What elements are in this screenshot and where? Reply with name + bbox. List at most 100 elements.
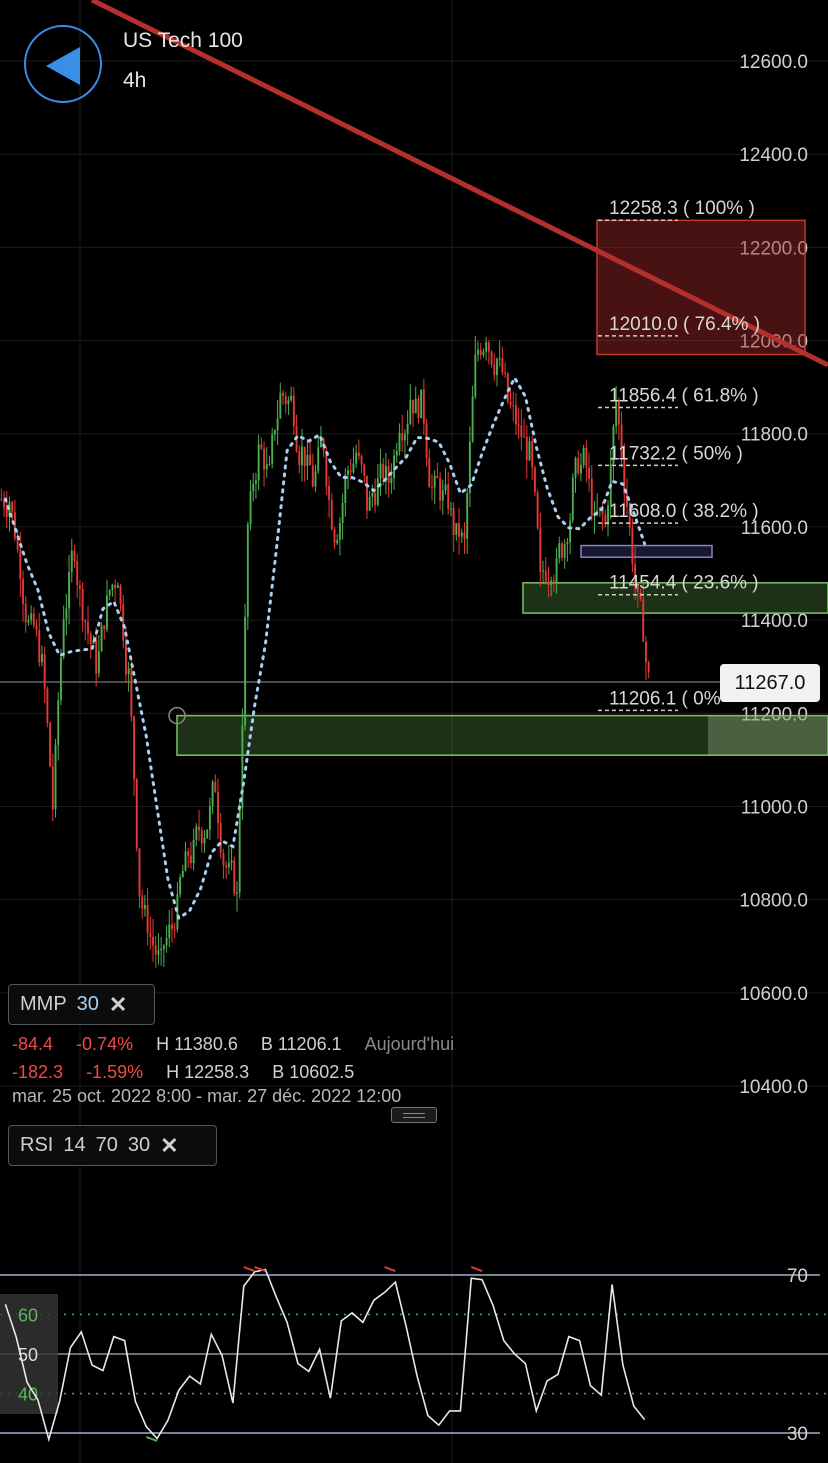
candle-body	[68, 572, 71, 609]
candle-body	[384, 465, 387, 479]
range-change: -182.3	[12, 1062, 64, 1082]
candle-body	[106, 595, 108, 630]
close-mmp-icon[interactable]: ✕	[109, 992, 127, 1018]
candle-body	[59, 657, 62, 701]
candle-body	[398, 433, 401, 452]
candle-body	[588, 467, 591, 479]
candle-body	[509, 401, 512, 406]
candle-body	[574, 458, 577, 478]
candle-body	[227, 862, 230, 868]
candle-body	[471, 396, 474, 442]
candle-body	[355, 452, 358, 464]
candle-body	[225, 865, 228, 868]
candle-body	[298, 451, 301, 466]
candle-body	[368, 496, 371, 511]
candle-body	[366, 475, 368, 511]
candle-body	[455, 523, 458, 536]
candle-body	[577, 458, 580, 474]
candle-body	[222, 853, 225, 866]
rsi-lower: 30	[127, 1134, 151, 1156]
candle-body	[376, 478, 379, 505]
rsi-indicator-legend[interactable]: RSI 14 70 30 ✕	[8, 1125, 217, 1166]
mmp-indicator-legend[interactable]: MMP 30 ✕	[8, 984, 155, 1025]
candle-body	[43, 654, 46, 689]
candle-body	[547, 581, 550, 585]
candle-body	[523, 436, 526, 438]
candle-body	[214, 781, 217, 793]
rsi-left-label: 60	[18, 1306, 38, 1326]
candle-body	[157, 950, 160, 955]
candle-body	[87, 622, 89, 634]
back-button[interactable]	[24, 25, 102, 103]
candle-body	[78, 585, 81, 590]
candle-body	[496, 358, 498, 376]
candle-body	[579, 464, 582, 474]
candle-body	[501, 358, 504, 373]
candle-body	[485, 342, 488, 352]
fib-level-label: 11454.4 ( 23.6% )	[609, 573, 759, 594]
candle-body	[141, 896, 144, 909]
candle-body	[249, 491, 252, 525]
candle-body	[97, 651, 100, 674]
price-axis-label: 12600.0	[739, 52, 808, 73]
candle-body	[590, 478, 593, 516]
candle-body	[49, 723, 52, 767]
candle-body	[444, 484, 447, 491]
candle-body	[463, 532, 466, 539]
candle-body	[200, 830, 203, 844]
price-chart[interactable]: 12600.012400.012200.012000.011800.011600…	[0, 0, 828, 1463]
candle-body	[428, 457, 431, 488]
candle-body	[452, 508, 455, 536]
candle-body	[431, 487, 433, 489]
fib-level-label: 11206.1 ( 0%	[609, 688, 721, 709]
candle-body	[357, 452, 360, 457]
pane-resize-handle[interactable]	[391, 1107, 437, 1123]
candle-body	[116, 585, 119, 589]
candle-body	[24, 603, 27, 623]
candle-body	[371, 493, 374, 497]
candle-body	[284, 396, 287, 404]
candle-body	[233, 860, 236, 894]
candle-body	[479, 349, 482, 355]
candle-body	[566, 542, 569, 545]
candle-body	[279, 392, 282, 419]
candle-body	[32, 613, 35, 626]
candle-body	[154, 945, 157, 955]
candle-body	[246, 524, 249, 617]
candle-body	[360, 456, 363, 465]
candle-body	[550, 580, 553, 585]
candle-body	[133, 716, 136, 780]
candle-body	[341, 502, 344, 524]
range-percent: -1.59%	[86, 1062, 144, 1082]
candle-body	[333, 529, 336, 544]
candle-body	[236, 892, 238, 894]
candle-body	[122, 603, 125, 641]
candle-body	[525, 436, 528, 461]
candle-body	[330, 500, 333, 530]
candle-body	[436, 475, 439, 479]
candle-body	[528, 441, 531, 461]
candle-body	[425, 423, 428, 458]
candle-body	[569, 520, 572, 543]
current-price-tag: 11267.0	[720, 664, 820, 702]
fib-level-label: 12258.3 ( 100% )	[609, 198, 755, 219]
candle-body	[165, 937, 168, 946]
candle-body	[555, 558, 558, 585]
candle-body	[138, 848, 141, 897]
candle-body	[482, 351, 485, 355]
candle-body	[287, 400, 290, 404]
symbol-title: US Tech 100	[123, 29, 243, 52]
candle-body	[238, 808, 241, 893]
candle-body	[176, 894, 179, 930]
candle-body	[417, 398, 420, 418]
candle-body	[27, 620, 30, 623]
interval-label[interactable]: 4h	[123, 69, 146, 93]
candle-body	[46, 688, 49, 724]
candle-body	[149, 933, 152, 937]
candle-body	[203, 837, 206, 844]
candle-body	[487, 342, 490, 352]
candle-body	[447, 484, 450, 510]
candle-body	[108, 590, 111, 596]
close-rsi-icon[interactable]: ✕	[160, 1133, 178, 1159]
candle-body	[54, 744, 57, 810]
